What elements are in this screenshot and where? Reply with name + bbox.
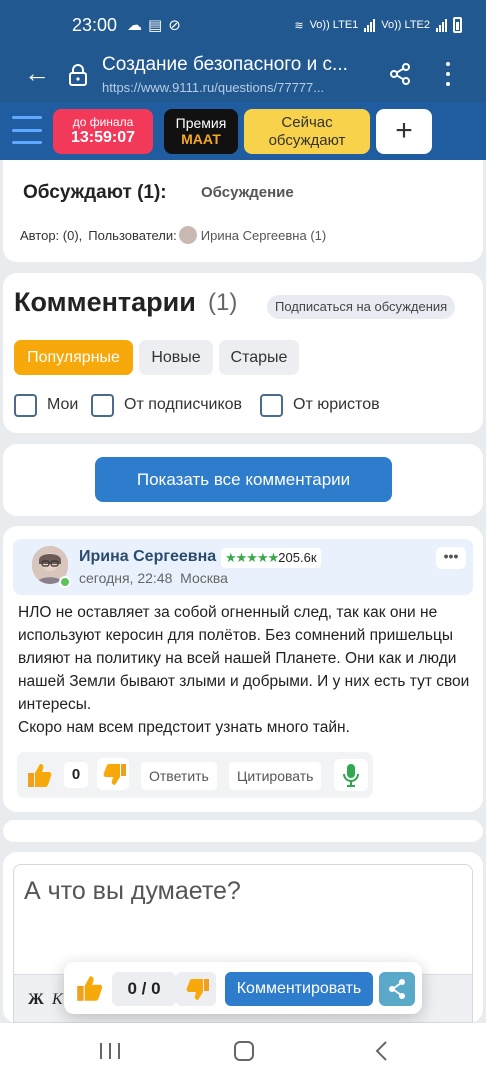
- back-icon[interactable]: [372, 1040, 392, 1062]
- comment-city: Москва: [180, 570, 228, 586]
- checkbox[interactable]: [14, 393, 37, 417]
- filter-label: От юристов: [293, 396, 380, 413]
- add-button[interactable]: +: [376, 109, 432, 154]
- discussion-card: Обсуждают (1): Обсуждение Автор: (0), По…: [3, 160, 483, 262]
- prize-value: МААТ: [181, 131, 221, 147]
- browser-toolbar: ← Создание безопасного и с... https://ww…: [0, 50, 486, 102]
- hamburger-menu-icon[interactable]: [12, 116, 42, 144]
- filter-label: Мои: [47, 396, 79, 413]
- sort-old-button[interactable]: Старые: [219, 340, 299, 375]
- share-icon[interactable]: [388, 62, 412, 86]
- discussion-title: Обсуждают (1):: [23, 182, 167, 203]
- discussion-link[interactable]: Обсуждение: [201, 184, 294, 201]
- show-all-comments-button[interactable]: Показать все комментарии: [95, 457, 392, 502]
- comment-card: Ирина Сергеевна ★★★★★205.6к сегодня, 22:…: [3, 526, 483, 812]
- comment-author[interactable]: Ирина Сергеевна: [79, 548, 216, 566]
- blocked-icon: ⊘: [168, 17, 181, 34]
- home-icon[interactable]: [234, 1041, 254, 1061]
- share-icon[interactable]: [379, 972, 415, 1006]
- rating-badge: ★★★★★205.6к: [221, 548, 321, 568]
- timer-label: до финала: [72, 115, 134, 129]
- prize-label: Премия: [175, 115, 227, 131]
- system-navigation-bar: [0, 1023, 486, 1080]
- comments-count: (1): [208, 289, 238, 316]
- wifi-icon: ≋: [294, 19, 304, 32]
- overflow-menu-icon[interactable]: [445, 62, 451, 86]
- more-options-button[interactable]: •••: [436, 547, 466, 569]
- page-title[interactable]: Создание безопасного и с...: [102, 54, 372, 76]
- comments-controls-card: Комментарии (1) Подписаться на обсуждени…: [3, 273, 483, 433]
- quote-button[interactable]: Цитировать: [229, 762, 322, 790]
- avatar: [178, 226, 197, 244]
- lock-icon: [69, 64, 87, 86]
- users-label: Пользователи:: [88, 227, 177, 243]
- thumbs-up-icon[interactable]: [25, 760, 55, 790]
- filter-lawyers[interactable]: От юристов: [260, 393, 380, 417]
- comment-date: сегодня, 22:48: [79, 570, 173, 586]
- comment-paragraph: НЛО не оставляет за собой огненный след,…: [18, 604, 470, 713]
- checkbox[interactable]: [91, 393, 114, 417]
- italic-icon[interactable]: К: [52, 991, 63, 1009]
- signal-icon: [436, 18, 447, 32]
- notification-icons: ☁ ▤ ⊘: [127, 16, 181, 34]
- online-status-icon: [59, 576, 71, 588]
- finale-timer-button[interactable]: до финала 13:59:07: [53, 109, 153, 154]
- cloud-icon: ☁: [127, 17, 143, 34]
- stars-icon: ★★★★★: [225, 550, 279, 565]
- microphone-icon[interactable]: [334, 759, 368, 791]
- comment-text: НЛО не оставляет за собой огненный след,…: [18, 601, 478, 739]
- status-time: 23:00: [72, 14, 118, 35]
- reply-button[interactable]: Ответить: [141, 762, 217, 790]
- author-count: Автор: (0),: [20, 227, 83, 243]
- vote-counter: 0 / 0: [112, 972, 176, 1006]
- site-header: до финала 13:59:07 Премия МААТ Сейчас об…: [0, 102, 486, 160]
- checkbox[interactable]: [260, 393, 283, 417]
- filter-label: От подписчиков: [124, 396, 243, 413]
- filter-subscribers[interactable]: От подписчиков: [91, 393, 242, 417]
- discussion-user[interactable]: Ирина Сергеевна (1): [201, 228, 326, 243]
- comments-heading: Комментарии: [14, 287, 196, 317]
- prize-button[interactable]: Премия МААТ: [164, 109, 238, 154]
- comment-header: Ирина Сергеевна ★★★★★205.6к сегодня, 22:…: [13, 539, 473, 595]
- signal-icon: [364, 18, 376, 32]
- sort-popular-button[interactable]: Популярные: [14, 340, 133, 375]
- like-count: 0: [64, 762, 88, 788]
- filter-mine[interactable]: Мои: [14, 393, 78, 417]
- comment-submit-button[interactable]: Комментировать: [225, 972, 373, 1006]
- calendar-icon: ▤: [148, 17, 163, 34]
- floating-action-bar: 0 / 0 Комментировать: [64, 962, 422, 1014]
- comment-placeholder: А что вы думаете?: [24, 877, 241, 905]
- system-status-icons: ≋ Vo)) LTE1 Vo)) LTE2: [294, 17, 462, 33]
- spacer-card: [3, 820, 483, 842]
- thumbs-up-icon[interactable]: [74, 972, 106, 1004]
- timer-value: 13:59:07: [70, 129, 136, 146]
- thumbs-down-icon[interactable]: [97, 758, 129, 790]
- page-url[interactable]: https://www.9111.ru/questions/77777...: [102, 80, 372, 95]
- show-all-card: Показать все комментарии: [3, 444, 483, 516]
- comment-actions: 0 Ответить Цитировать: [17, 752, 373, 798]
- now-discussing-button[interactable]: Сейчас обсуждают: [244, 109, 370, 154]
- recent-apps-icon[interactable]: [100, 1043, 120, 1059]
- subscribe-button[interactable]: Подписаться на обсуждения: [267, 295, 456, 319]
- comment-paragraph: Скоро нам всем предстоит узнать много та…: [18, 719, 350, 736]
- sort-new-button[interactable]: Новые: [139, 340, 213, 375]
- sim1-label: Vo)) LTE1: [309, 19, 359, 31]
- battery-icon: [453, 17, 462, 33]
- sim2-label: Vo)) LTE2: [381, 19, 430, 31]
- thumbs-down-icon[interactable]: [176, 972, 216, 1006]
- back-arrow-icon[interactable]: ←: [24, 60, 50, 86]
- discussion-meta: Автор: (0), Пользователи: Ирина Сергеевн…: [20, 226, 326, 244]
- status-bar: 23:00 ☁ ▤ ⊘ ≋ Vo)) LTE1 Vo)) LTE2: [0, 0, 486, 50]
- rating-value: 205.6к: [278, 550, 317, 565]
- comment-meta: сегодня, 22:48 Москва: [79, 570, 228, 586]
- bold-icon[interactable]: Ж: [28, 991, 44, 1009]
